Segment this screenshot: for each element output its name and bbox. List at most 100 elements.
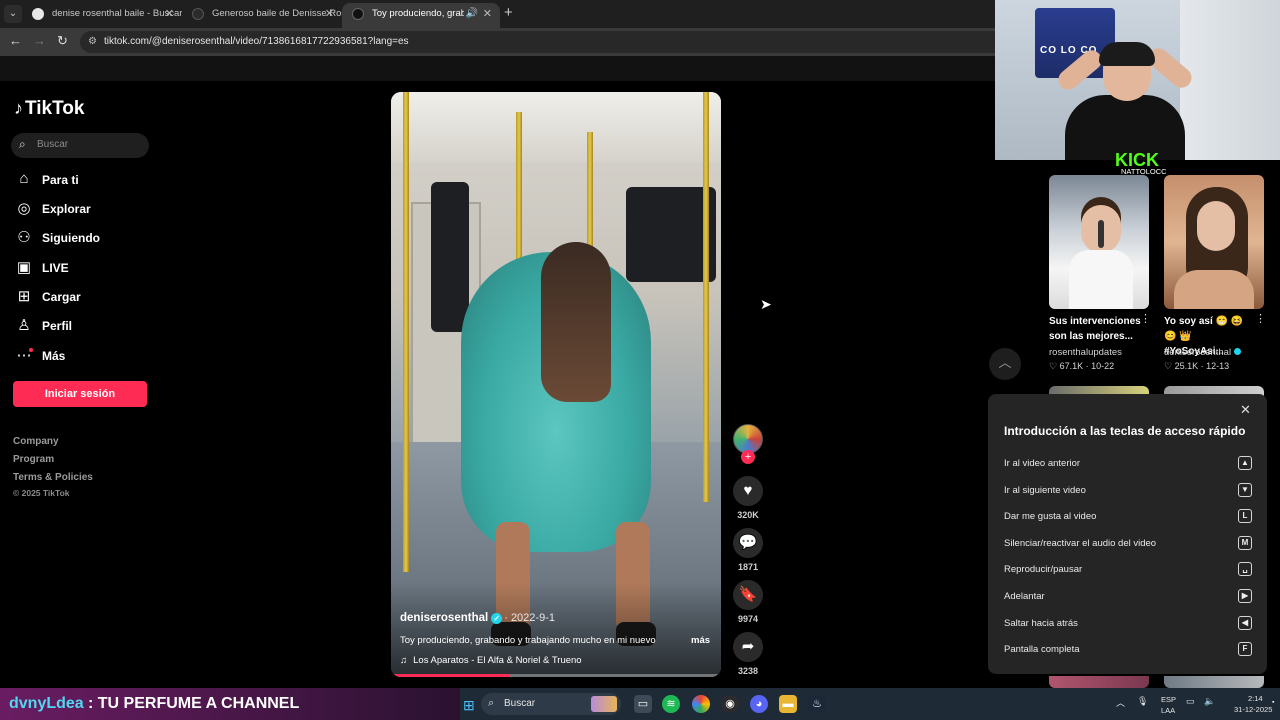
key-up-icon: ▲ — [1238, 456, 1252, 470]
recommended-video-thumbnail[interactable] — [1049, 676, 1149, 688]
spotify-icon[interactable]: ≋ — [662, 695, 680, 713]
search-input[interactable]: ⌕ Buscar — [11, 133, 149, 158]
tiktok-favicon-icon — [352, 8, 364, 20]
shortcut-row: Saltar hacia atrás ◀ — [1004, 615, 1252, 633]
taskbar-search[interactable]: ⌕ Buscar — [481, 693, 621, 715]
reload-icon[interactable]: ↻ — [57, 33, 68, 49]
recommended-video-stats: ♡ 25.1K · 12-13 — [1164, 361, 1229, 372]
browser-tab-2[interactable]: Generoso baile de Denisse Rosenthal ✕ — [182, 3, 342, 28]
google-favicon-icon — [32, 8, 44, 20]
tab-search-button[interactable]: ⌄ — [4, 5, 22, 23]
follow-plus-button[interactable]: + — [741, 450, 755, 464]
scroll-up-button[interactable]: ︿ — [989, 348, 1021, 380]
close-tab-icon[interactable]: ✕ — [325, 3, 334, 25]
author-name[interactable]: deniserosenthal — [400, 612, 488, 624]
live-icon: ▣ — [16, 259, 32, 276]
browser-tab-1[interactable]: denise rosenthal baile - Buscar ✕ — [22, 3, 182, 28]
sidebar-item-siguiendo[interactable]: ⚇ Siguiendo — [14, 228, 154, 250]
back-arrow-icon[interactable]: ← — [9, 33, 22, 48]
video-player[interactable]: deniserosenthal ✓ · 2022-9-1 Toy producien… — [391, 92, 721, 677]
footer-link-terms[interactable]: Terms & Policies — [13, 472, 93, 483]
video-author[interactable]: deniserosenthal ✓ · 2022-9-1 — [400, 612, 555, 624]
taskbar-search-placeholder: Buscar — [504, 698, 536, 709]
key-left-icon: ◀ — [1238, 616, 1252, 630]
volume-icon[interactable]: 🔈 — [1204, 696, 1215, 707]
heart-icon: ♥ — [743, 482, 753, 499]
taskbar-date[interactable]: 31-12-2025 — [1234, 705, 1272, 714]
verified-badge-icon — [1233, 348, 1241, 355]
microphone-icon[interactable]: 🎙 — [1137, 696, 1148, 707]
sidebar-item-perfil[interactable]: ♙ Perfil — [14, 316, 154, 338]
audio-playing-icon[interactable]: 🔊 — [466, 3, 478, 25]
video-progress-bar[interactable] — [391, 674, 721, 677]
browser-tab-3-active[interactable]: Toy produciendo, grabando y trabajando 🔊… — [342, 3, 500, 28]
sidebar-item-live[interactable]: ▣ LIVE — [14, 258, 154, 280]
sidebar-item-cargar[interactable]: ⊞ Cargar — [14, 287, 154, 309]
steam-icon[interactable]: ♨ — [808, 695, 826, 713]
display-icon[interactable]: ▭ — [1186, 696, 1195, 707]
video-description: Toy produciendo, grabando y trabajando m… — [400, 635, 656, 646]
video-music[interactable]: ♫ Los Aparatos - El Alfa & Noriel & Truen… — [400, 655, 582, 666]
music-title: Los Aparatos - El Alfa & Noriel & Trueno — [413, 655, 582, 666]
task-view-icon[interactable]: ▭ — [634, 695, 652, 713]
discord-icon[interactable]: ◕ — [750, 695, 768, 713]
close-icon[interactable]: ✕ — [1240, 402, 1251, 418]
shortcut-row: Dar me gusta al video L — [1004, 508, 1252, 526]
search-highlight-art — [591, 696, 617, 712]
windows-start-icon[interactable]: ⊞ — [463, 697, 475, 714]
save-button[interactable]: 🔖 — [733, 580, 763, 610]
login-button[interactable]: Iniciar sesión — [13, 381, 147, 407]
heart-outline-icon: ♡ — [1164, 361, 1173, 371]
tiktok-logo[interactable]: ♪ TikTok — [14, 98, 84, 120]
chrome-icon[interactable] — [692, 695, 710, 713]
key-space-icon: ␣ — [1238, 562, 1252, 576]
windows-taskbar: ⊞ ⌕ Buscar ▭ ≋ ◉ ◕ ▬ ♨ ︿ 🎙 ESP LAA ▭ 🔈 2… — [460, 688, 1280, 720]
recommended-video-title[interactable]: Sus intervenciones son las mejores... — [1049, 314, 1149, 344]
following-icon: ⚇ — [17, 229, 31, 246]
tray-overflow-icon[interactable]: ︿ — [1116, 696, 1125, 709]
more-options-icon[interactable]: ⋮ — [1255, 312, 1266, 325]
more-description-button[interactable]: más — [691, 635, 710, 646]
language-indicator-bottom[interactable]: LAA — [1161, 706, 1175, 715]
bookmark-icon: 🔖 — [738, 586, 758, 603]
video-frame-hair — [541, 242, 611, 402]
forward-arrow-icon[interactable]: → — [33, 33, 46, 48]
like-count: 67.1K — [1059, 361, 1084, 371]
shortcut-label: Ir al video anterior — [1004, 458, 1081, 469]
video-frame-window — [431, 182, 469, 332]
post-date: 12-13 — [1206, 361, 1230, 371]
file-explorer-icon[interactable]: ▬ — [779, 695, 797, 713]
key-f-icon: F — [1238, 642, 1252, 656]
comment-button[interactable]: 💬 — [733, 528, 763, 558]
comment-icon: 💬 — [738, 534, 758, 551]
footer-link-program[interactable]: Program — [13, 454, 54, 465]
address-bar[interactable]: ⚙ tiktok.com/@deniserosenthal/video/7138… — [80, 31, 1020, 53]
new-tab-button[interactable]: + — [504, 4, 513, 21]
recommended-video-thumbnail[interactable] — [1164, 175, 1264, 309]
recommended-video-author[interactable]: deniserosenthal — [1164, 347, 1241, 358]
share-button[interactable]: ➦ — [733, 632, 763, 662]
sidebar-item-mas[interactable]: ⋯ Más — [14, 346, 154, 368]
taskbar-time[interactable]: 2:14 — [1248, 694, 1263, 703]
profile-icon: ♙ — [17, 317, 31, 334]
more-options-icon[interactable]: ⋮ — [1140, 312, 1151, 325]
shortcut-row: Adelantar ▶ — [1004, 588, 1252, 606]
github-icon[interactable]: ◉ — [721, 695, 739, 713]
recommended-video-thumbnail[interactable] — [1049, 175, 1149, 309]
site-info-icon[interactable]: ⚙ — [88, 31, 97, 53]
sidebar-item-explorar[interactable]: ◎ Explorar — [14, 199, 154, 221]
mouse-cursor-icon: ➤ — [760, 296, 772, 312]
sidebar-item-para-ti[interactable]: ⌂ Para ti — [14, 170, 154, 192]
footer-link-company[interactable]: Company — [13, 436, 59, 447]
notification-icon[interactable]: ▪ — [1272, 699, 1274, 706]
language-indicator-top[interactable]: ESP — [1161, 695, 1176, 704]
cam-background-wall — [1180, 0, 1280, 160]
recommended-video-author[interactable]: rosenthalupdates — [1049, 347, 1122, 358]
close-tab-icon[interactable]: ✕ — [483, 3, 492, 25]
recommended-video-thumbnail[interactable] — [1164, 676, 1264, 688]
sidebar-item-label: Para ti — [42, 173, 79, 187]
marquee-username: dvnyLdea — [9, 695, 84, 712]
close-tab-icon[interactable]: ✕ — [165, 3, 174, 25]
like-button[interactable]: ♥ — [733, 476, 763, 506]
thumb-dress — [1069, 250, 1133, 309]
